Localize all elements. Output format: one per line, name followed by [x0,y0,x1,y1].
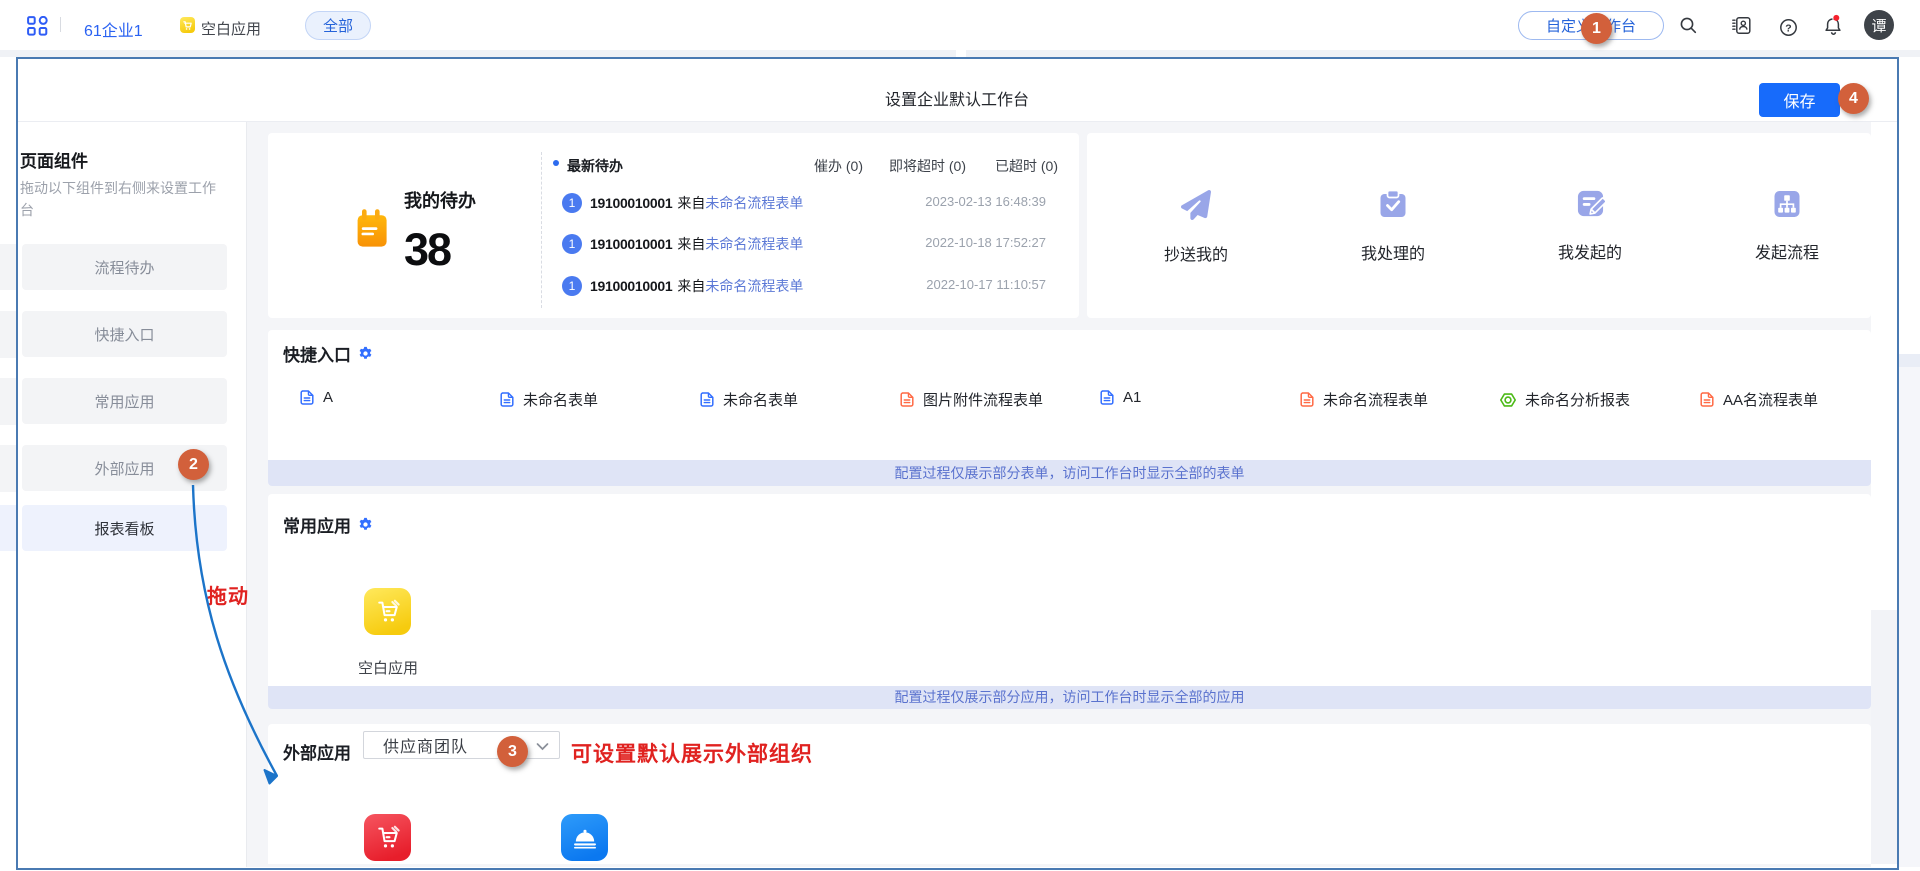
svg-text:?: ? [1785,22,1791,34]
